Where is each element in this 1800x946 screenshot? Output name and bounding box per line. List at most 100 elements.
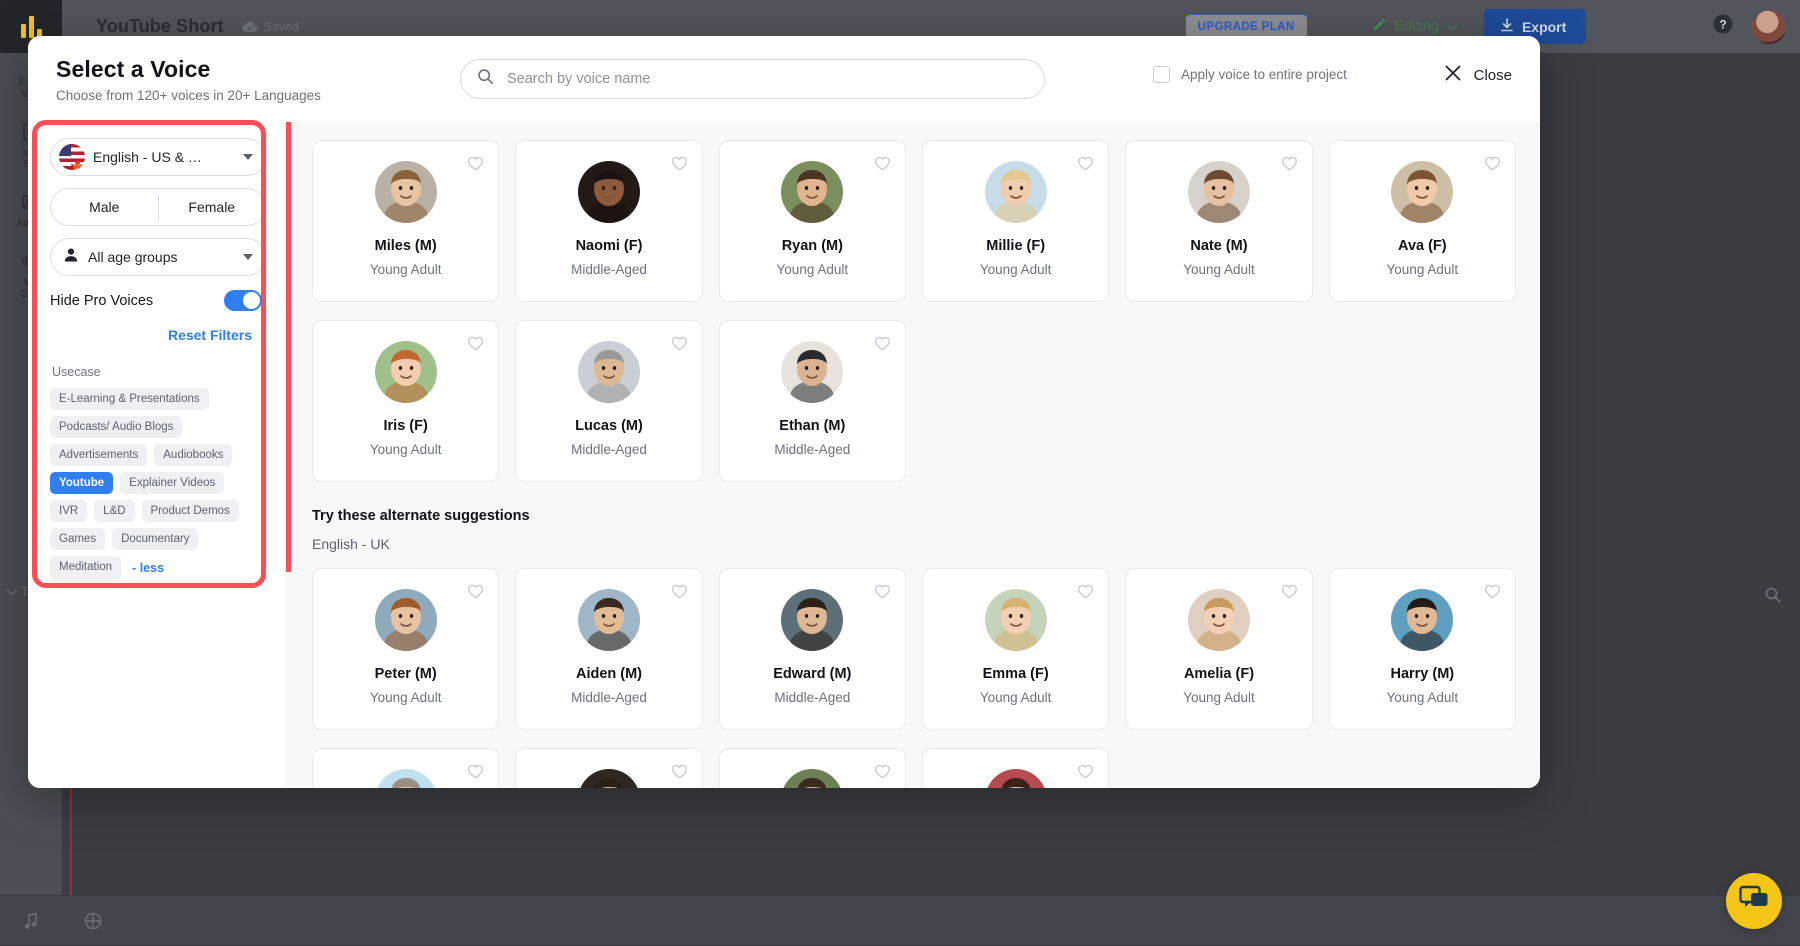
usecase-tag[interactable]: Meditation — [50, 556, 121, 580]
heart-icon[interactable] — [467, 335, 484, 352]
usecase-tag[interactable]: Audiobooks — [154, 444, 232, 466]
heart-icon[interactable] — [467, 583, 484, 600]
search-input[interactable] — [505, 70, 1028, 88]
voice-age-group: Young Adult — [370, 442, 442, 457]
voice-name: Naomi (F) — [576, 238, 643, 254]
voice-card[interactable]: Edward (M)Middle-Aged — [719, 568, 906, 730]
voice-name: Amelia (F) — [1184, 666, 1254, 682]
voice-name: Miles (M) — [375, 238, 437, 254]
heart-icon[interactable] — [1484, 583, 1501, 600]
share-label: Share — [1633, 19, 1672, 35]
usecase-tag-list: E-Learning & Presentations Podcasts/ Audi… — [50, 388, 256, 580]
heart-icon[interactable] — [671, 335, 688, 352]
voice-card[interactable]: Emma (F)Young Adult — [922, 568, 1109, 730]
chat-support-button[interactable] — [1726, 873, 1782, 929]
voice-card[interactable]: Naomi (F)Middle-Aged — [515, 140, 702, 302]
usecase-tag[interactable]: Games — [50, 528, 105, 550]
voice-card[interactable]: Iris (F)Young Adult — [312, 320, 499, 482]
voice-avatar — [578, 769, 640, 788]
voice-card[interactable]: Miles (M) Young Adult — [312, 140, 499, 302]
heart-icon[interactable] — [1281, 583, 1298, 600]
voice-avatar — [985, 769, 1047, 788]
help-icon[interactable]: ? — [1712, 13, 1734, 40]
usecase-tag[interactable]: Advertisements — [50, 444, 147, 466]
voice-card[interactable]: Nate (M)Young Adult — [1125, 140, 1312, 302]
heart-icon[interactable] — [671, 763, 688, 780]
voice-name: Emma (F) — [983, 666, 1049, 682]
voice-card[interactable]: Peter (M)Young Adult — [312, 568, 499, 730]
voice-card[interactable]: Harry (M)Young Adult — [1329, 568, 1516, 730]
show-less-link[interactable]: - less — [128, 556, 168, 580]
voice-card[interactable] — [312, 748, 499, 788]
voice-avatar — [1391, 589, 1453, 651]
heart-icon[interactable] — [874, 763, 891, 780]
usecase-tag[interactable]: Podcasts/ Audio Blogs — [50, 416, 182, 438]
voice-card[interactable] — [515, 748, 702, 788]
music-note-icon[interactable] — [0, 896, 62, 946]
pencil-icon — [1372, 17, 1387, 36]
heart-icon[interactable] — [874, 583, 891, 600]
hide-pro-voices-row[interactable]: Hide Pro Voices — [50, 290, 266, 311]
heart-icon[interactable] — [874, 335, 891, 352]
apply-voice-checkbox[interactable] — [1153, 66, 1170, 83]
heart-icon[interactable] — [467, 763, 484, 780]
age-group-select[interactable]: All age groups — [50, 238, 266, 276]
usecase-tag[interactable]: E-Learning & Presentations — [50, 388, 209, 410]
heart-icon[interactable] — [1077, 583, 1094, 600]
usecase-tag[interactable]: IVR — [50, 500, 87, 522]
chevron-down-icon — [1447, 19, 1458, 35]
voice-card[interactable]: Ava (F)Young Adult — [1329, 140, 1516, 302]
voice-avatar — [1391, 161, 1453, 223]
voice-card[interactable]: Millie (F)Young Adult — [922, 140, 1109, 302]
chevron-down-icon — [243, 154, 253, 160]
transition-icon[interactable] — [62, 896, 124, 946]
gender-toggle-group[interactable]: Male Female — [50, 188, 266, 226]
partial-voice-grid — [312, 748, 1516, 788]
gender-female-button[interactable]: Female — [159, 189, 266, 225]
heart-icon[interactable] — [671, 583, 688, 600]
project-title[interactable]: YouTube Short — [96, 16, 224, 37]
heart-icon[interactable] — [671, 155, 688, 172]
usecase-tag[interactable]: L&D — [94, 500, 134, 522]
share-icon — [1608, 17, 1624, 37]
voice-age-group: Young Adult — [370, 262, 442, 277]
heart-icon[interactable] — [1077, 155, 1094, 172]
voice-card[interactable] — [922, 748, 1109, 788]
heart-icon[interactable] — [1077, 763, 1094, 780]
voice-name: Ethan (M) — [779, 418, 845, 434]
voice-card[interactable]: Ethan (M)Middle-Aged — [719, 320, 906, 482]
search-bar[interactable] — [460, 59, 1045, 99]
reset-filters-link[interactable]: Reset Filters — [50, 327, 266, 343]
voice-age-group: Young Adult — [1183, 262, 1255, 277]
voice-card[interactable] — [719, 748, 906, 788]
user-avatar[interactable] — [1752, 10, 1786, 44]
voices-area[interactable]: Miles (M)Young AdultNaomi (F)Middle-Aged… — [286, 122, 1540, 788]
voice-name: Ryan (M) — [782, 238, 843, 254]
heart-icon[interactable] — [874, 155, 891, 172]
zoom-search-icon[interactable] — [1764, 586, 1782, 609]
hide-pro-voices-toggle[interactable] — [224, 290, 262, 311]
heart-icon[interactable] — [1281, 155, 1298, 172]
usecase-tag[interactable]: Documentary — [112, 528, 198, 550]
voice-age-group: Middle-Aged — [571, 690, 647, 705]
apply-voice-row[interactable]: Apply voice to entire project — [1153, 66, 1347, 83]
usecase-tag[interactable]: Product Demos — [142, 500, 239, 522]
voice-age-group: Young Adult — [1387, 690, 1459, 705]
voice-card[interactable]: Aiden (M)Middle-Aged — [515, 568, 702, 730]
editing-mode-button[interactable]: Editing — [1372, 17, 1458, 36]
close-button[interactable]: Close — [1444, 64, 1512, 86]
usecase-tag[interactable]: Explainer Videos — [120, 472, 224, 494]
voice-card[interactable]: Ryan (M) Young Adult — [719, 140, 906, 302]
heart-icon[interactable] — [467, 155, 484, 172]
modal-header: Select a Voice Choose from 120+ voices i… — [28, 36, 1540, 122]
language-select[interactable]: English - US & … — [50, 138, 266, 176]
age-group-value: All age groups — [88, 249, 243, 265]
voice-avatar — [781, 161, 843, 223]
voice-age-group: Young Adult — [777, 262, 849, 277]
gender-male-button[interactable]: Male — [51, 189, 158, 225]
usecase-tag[interactable]: Youtube — [50, 472, 113, 494]
share-button[interactable]: Share — [1608, 17, 1672, 37]
heart-icon[interactable] — [1484, 155, 1501, 172]
voice-card[interactable]: Amelia (F)Young Adult — [1125, 568, 1312, 730]
voice-card[interactable]: Lucas (M)Middle-Aged — [515, 320, 702, 482]
